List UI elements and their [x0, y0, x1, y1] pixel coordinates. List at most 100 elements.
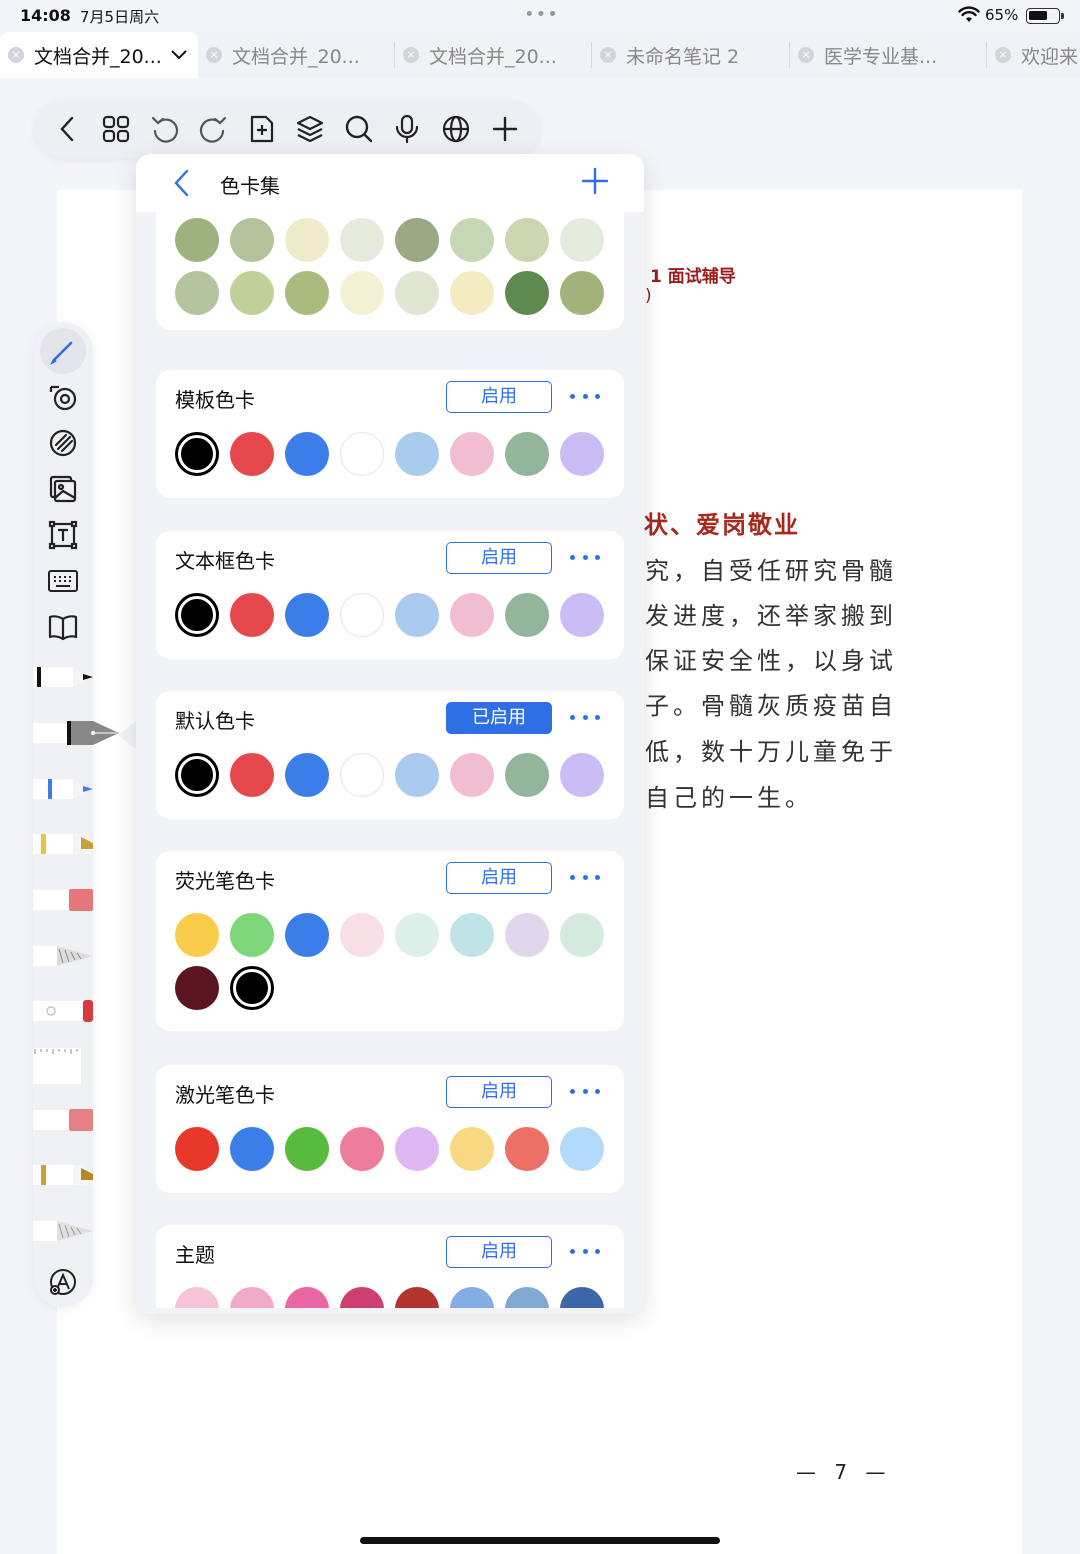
color-swatch[interactable] [340, 218, 384, 262]
color-swatch[interactable] [230, 218, 274, 262]
color-swatch[interactable] [395, 913, 439, 957]
enable-button[interactable]: 启用 [446, 542, 552, 574]
more-options-icon[interactable] [570, 1239, 600, 1263]
color-swatch[interactable] [560, 1287, 604, 1308]
color-swatch[interactable] [505, 593, 549, 637]
color-swatch[interactable] [340, 593, 384, 637]
multitask-dots-icon[interactable]: ••• [524, 4, 559, 25]
color-swatch[interactable] [340, 271, 384, 315]
color-swatch[interactable] [340, 432, 384, 476]
color-swatch[interactable] [340, 1287, 384, 1308]
color-swatch[interactable] [395, 1287, 439, 1308]
book-icon[interactable] [45, 609, 81, 645]
enable-button[interactable]: 启用 [446, 381, 552, 413]
undo-icon[interactable] [147, 111, 183, 147]
color-swatch[interactable] [230, 1127, 274, 1171]
color-swatch[interactable] [450, 432, 494, 476]
color-swatch[interactable] [505, 1127, 549, 1171]
color-swatch[interactable] [395, 432, 439, 476]
color-swatch[interactable] [505, 913, 549, 957]
color-swatch[interactable] [175, 753, 219, 797]
color-swatch[interactable] [175, 218, 219, 262]
color-swatch[interactable] [505, 1287, 549, 1308]
color-swatch[interactable] [395, 218, 439, 262]
color-swatch[interactable] [560, 913, 604, 957]
plus-icon[interactable] [487, 111, 523, 147]
image-icon[interactable] [45, 471, 81, 507]
spray-pen-icon[interactable] [33, 996, 93, 1026]
grid-icon[interactable] [98, 111, 134, 147]
enabled-button[interactable]: 已启用 [446, 702, 552, 734]
color-swatch[interactable] [175, 271, 219, 315]
color-swatch[interactable] [450, 593, 494, 637]
enable-button[interactable]: 启用 [446, 862, 552, 894]
more-options-icon[interactable] [570, 545, 600, 569]
color-swatch[interactable] [560, 432, 604, 476]
color-swatch[interactable] [340, 913, 384, 957]
fountain-pen-selected-icon[interactable] [33, 718, 121, 748]
color-swatch[interactable] [450, 1127, 494, 1171]
more-options-icon[interactable] [570, 865, 600, 889]
tab-medical-basics[interactable]: × 医学专业基... [790, 32, 986, 78]
pencil-tool-icon[interactable] [33, 941, 93, 971]
color-swatch[interactable] [285, 1127, 329, 1171]
color-swatch[interactable] [505, 432, 549, 476]
microphone-icon[interactable] [389, 111, 425, 147]
color-swatch[interactable] [175, 966, 219, 1010]
tab-close-icon[interactable]: × [600, 47, 616, 63]
color-swatch[interactable] [285, 913, 329, 957]
more-options-icon[interactable] [570, 1079, 600, 1103]
add-tool-icon[interactable] [45, 1264, 81, 1300]
highlighter-yellow-icon[interactable] [33, 829, 93, 859]
back-icon[interactable] [172, 168, 192, 198]
color-swatch[interactable] [450, 1287, 494, 1308]
color-swatch[interactable] [285, 432, 329, 476]
color-swatch[interactable] [395, 1127, 439, 1171]
color-swatch[interactable] [450, 218, 494, 262]
color-swatch[interactable] [285, 753, 329, 797]
add-page-icon[interactable] [244, 111, 280, 147]
tab-close-icon[interactable]: × [995, 47, 1011, 63]
color-swatch[interactable] [340, 1127, 384, 1171]
globe-icon[interactable] [438, 111, 474, 147]
color-swatch[interactable] [560, 1127, 604, 1171]
color-swatch[interactable] [285, 271, 329, 315]
highlighter-gold-icon[interactable] [33, 1160, 93, 1190]
color-swatch[interactable] [505, 271, 549, 315]
ruler-icon[interactable] [33, 1044, 93, 1084]
search-icon[interactable] [341, 111, 377, 147]
color-swatch[interactable] [395, 271, 439, 315]
enable-button[interactable]: 启用 [446, 1076, 552, 1108]
eraser-icon[interactable] [45, 425, 81, 461]
pencil-icon[interactable] [40, 328, 86, 374]
enable-button[interactable]: 启用 [446, 1236, 552, 1268]
color-swatch[interactable] [175, 1287, 219, 1308]
fountain-pen-black-icon[interactable] [33, 662, 93, 692]
color-swatch[interactable] [175, 432, 219, 476]
color-swatch[interactable] [560, 218, 604, 262]
tab-welcome[interactable]: × 欢迎来 [987, 32, 1080, 78]
color-swatch[interactable] [285, 593, 329, 637]
color-swatch[interactable] [450, 913, 494, 957]
color-swatch[interactable] [175, 1127, 219, 1171]
tab-close-icon[interactable]: × [403, 47, 419, 63]
tab-document-2[interactable]: × 文档合并_20... [198, 32, 394, 78]
tab-untitled-note[interactable]: × 未命名笔记 2 [592, 32, 788, 78]
tab-close-icon[interactable]: × [8, 47, 24, 63]
color-swatch[interactable] [175, 593, 219, 637]
color-swatch[interactable] [450, 753, 494, 797]
home-indicator[interactable] [360, 1537, 720, 1544]
back-icon[interactable] [50, 111, 86, 147]
color-swatch[interactable] [175, 913, 219, 957]
tab-document-1[interactable]: × 文档合并_20... [0, 32, 198, 78]
color-swatch[interactable] [395, 753, 439, 797]
color-swatch[interactable] [230, 271, 274, 315]
color-swatch[interactable] [285, 1287, 329, 1308]
color-swatch[interactable] [230, 1287, 274, 1308]
pencil-gray-icon[interactable] [33, 1216, 93, 1246]
tab-close-icon[interactable]: × [798, 47, 814, 63]
color-swatch[interactable] [340, 753, 384, 797]
color-swatch[interactable] [230, 753, 274, 797]
marker-red-icon[interactable] [33, 885, 93, 915]
redo-icon[interactable] [195, 111, 231, 147]
